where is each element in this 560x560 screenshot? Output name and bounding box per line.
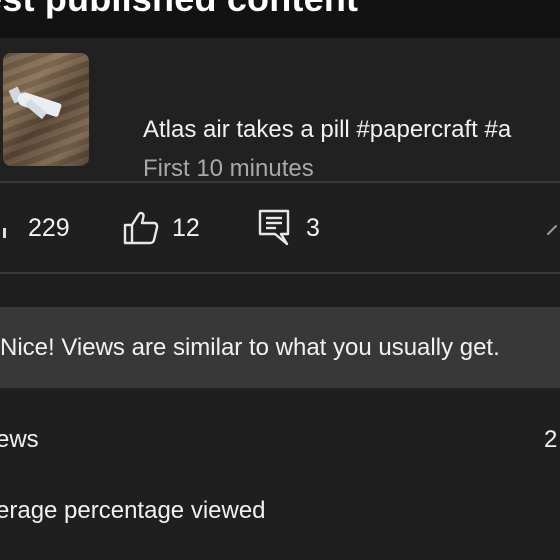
views-stat: 229 xyxy=(0,210,70,246)
comment-icon xyxy=(258,209,290,246)
performance-banner: Nice! Views are similar to what you usua… xyxy=(0,307,560,388)
video-stats-row: 229 12 3 xyxy=(0,183,560,272)
metric-views-label: ews xyxy=(0,426,39,453)
latest-video-row[interactable]: Atlas air takes a pill #papercraft #a Fi… xyxy=(0,38,560,182)
performance-message: Nice! Views are similar to what you usua… xyxy=(0,334,500,361)
likes-stat: 12 xyxy=(122,210,200,246)
views-count: 229 xyxy=(28,213,70,242)
thumbs-up-icon xyxy=(123,211,159,245)
metric-avg-percentage-label: erage percentage viewed xyxy=(0,497,266,524)
video-time-window: First 10 minutes xyxy=(143,155,314,182)
section-title: est published content xyxy=(0,0,358,20)
video-title[interactable]: Atlas air takes a pill #papercraft #a xyxy=(143,116,511,144)
video-thumbnail[interactable] xyxy=(3,53,89,166)
divider xyxy=(0,272,560,274)
metric-views-value: 2 xyxy=(544,426,558,453)
views-icon xyxy=(3,228,6,238)
header-strip: est published content xyxy=(0,0,560,38)
chevron-up-icon[interactable] xyxy=(546,222,560,236)
comments-count: 3 xyxy=(306,213,320,242)
likes-count: 12 xyxy=(172,213,200,242)
analytics-screen: est published content Atlas air takes a … xyxy=(0,0,560,560)
comments-stat: 3 xyxy=(257,209,320,246)
